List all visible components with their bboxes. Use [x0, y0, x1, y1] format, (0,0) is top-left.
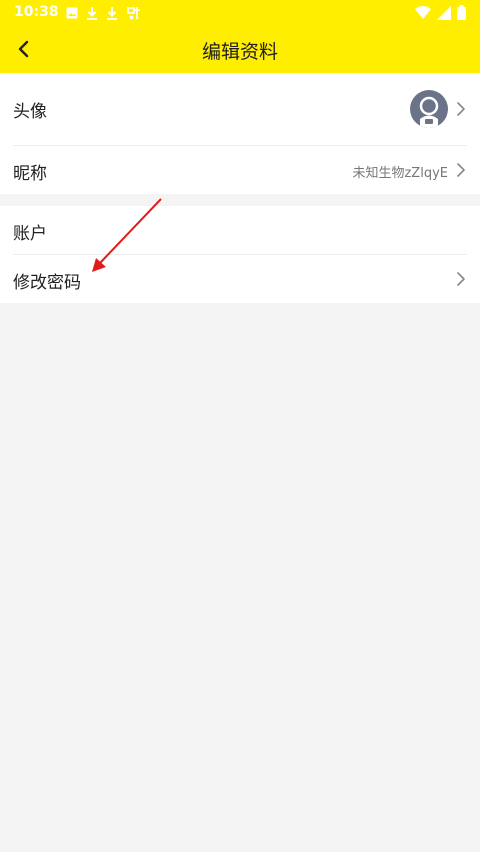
change-password-row[interactable]: 修改密码 [0, 255, 480, 303]
download-icon [87, 7, 97, 20]
download-icon [107, 7, 117, 20]
page-title: 编辑资料 [201, 41, 278, 63]
account-section: 账户 修改密码 [0, 206, 480, 303]
nickname-label: 昵称 [13, 164, 47, 184]
chevron-right-icon [457, 163, 465, 177]
status-bar: 10:38 [0, 0, 480, 26]
chevron-right-icon [457, 272, 465, 286]
wifi-icon [415, 6, 431, 19]
account-row: 账户 [0, 206, 480, 254]
avatar-label: 头像 [13, 102, 47, 122]
gallery-icon [66, 7, 78, 19]
nickname-value: 未知生物zZlqyE [352, 166, 448, 181]
avatar-row[interactable]: 头像 [0, 73, 480, 145]
app-notification-icon [127, 7, 140, 20]
status-icons-right [415, 5, 466, 20]
avatar[interactable] [410, 90, 448, 128]
chevron-right-icon [457, 102, 465, 116]
profile-section: 头像 昵称 未知生物zZlqyE [0, 73, 480, 194]
battery-icon [457, 5, 466, 20]
avatar-placeholder-icon [419, 96, 439, 128]
nickname-row[interactable]: 昵称 未知生物zZlqyE [0, 146, 480, 194]
status-time: 10:38 [14, 4, 59, 20]
status-icons-left [66, 5, 142, 21]
change-password-label: 修改密码 [13, 273, 81, 293]
title-bar: 编辑资料 [0, 26, 480, 73]
account-section-label: 账户 [13, 224, 47, 244]
signal-icon [437, 5, 451, 20]
